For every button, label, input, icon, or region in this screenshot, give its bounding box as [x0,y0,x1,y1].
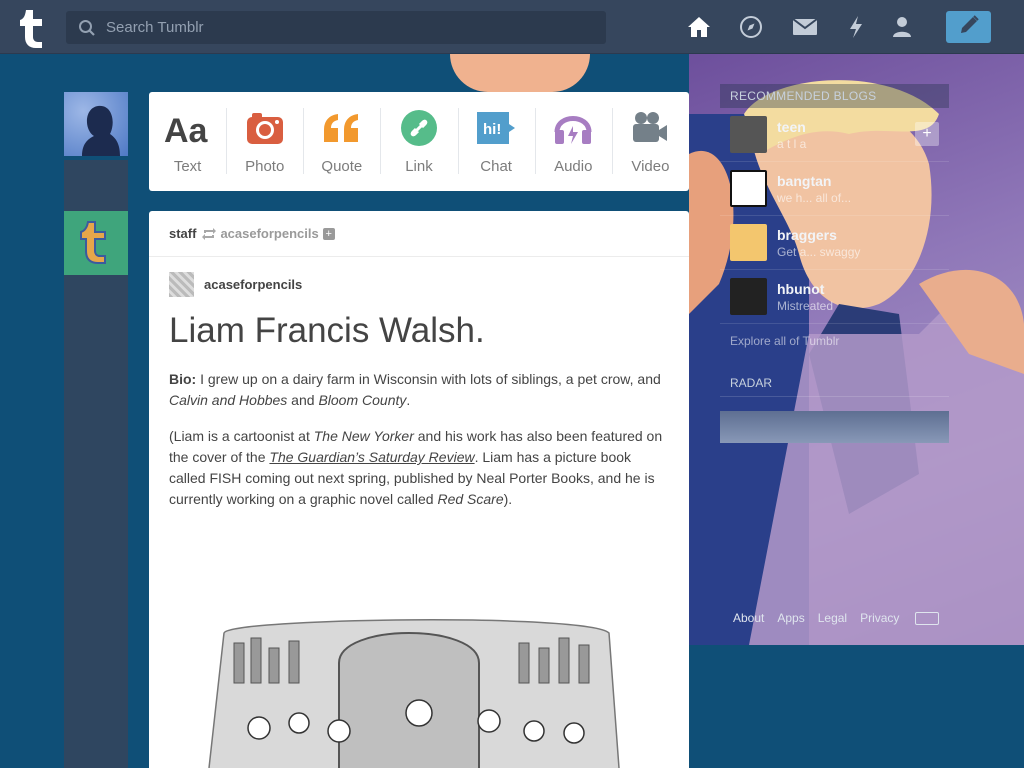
author-avatar[interactable] [169,272,194,297]
explore-compass-icon[interactable] [738,14,764,40]
post-header: staff acaseforpencils + [149,211,689,257]
radar-content[interactable] [720,411,949,443]
explore-link[interactable]: Explore all of Tumblr [720,324,949,358]
author-name[interactable]: acaseforpencils [204,277,302,292]
post-type-label: Quote [321,158,363,175]
recommended-blog-row[interactable]: teen a t l a + [720,108,949,162]
footer-legal-link[interactable]: Legal [818,611,847,625]
post-type-label: Video [631,158,670,175]
post-type-photo-button[interactable]: Photo [226,92,303,191]
background-artwork-hand [450,54,590,92]
mail-icon[interactable] [792,14,818,40]
post-type-audio-button[interactable]: Audio [534,92,612,191]
tumblr-logo-icon[interactable] [16,6,52,48]
headphones-icon [553,108,593,148]
user-avatar[interactable] [64,92,128,156]
search-input[interactable] [106,11,596,44]
post-type-text-button[interactable]: Aa Text [149,92,226,191]
blog-avatar[interactable] [730,170,767,207]
bio-paragraph: Bio: I grew up on a dairy farm in Wiscon… [169,371,661,408]
recommended-blogs-title: RECOMMENDED BLOGS [720,84,949,108]
top-navbar [0,0,1024,54]
pencil-icon [958,14,980,41]
link-icon [400,108,438,148]
post-type-label: Link [405,158,433,175]
account-person-icon[interactable] [889,14,915,40]
post-type-label: Chat [480,158,512,175]
guardian-link[interactable]: The Guardian’s Saturday Review [269,449,474,465]
blog-name[interactable]: teen [777,119,806,135]
blog-description: Get a... swaggy [777,244,861,259]
follow-plus-icon[interactable]: + [915,122,939,146]
post-type-selector: Aa Text Photo Quote Link hi! Chat Audio Video [149,92,689,191]
search-box[interactable] [66,11,606,44]
post-type-chat-button[interactable]: hi! Chat [457,92,535,191]
post-type-label: Photo [245,158,285,175]
home-icon[interactable] [686,14,712,40]
staff-avatar[interactable] [64,211,128,275]
recommended-blog-row[interactable]: hbunot Mistreated [720,270,949,324]
blog-description: we h... all of... [777,190,852,205]
dashboard-post: staff acaseforpencils + acaseforpencils … [149,211,689,768]
footer-privacy-link[interactable]: Privacy [860,611,899,625]
blog-avatar[interactable] [730,278,767,315]
text-aa-icon: Aa [164,108,212,148]
search-icon [78,19,96,37]
camera-icon [246,108,284,148]
svg-text:Aa: Aa [164,112,209,148]
activity-lightning-icon[interactable] [843,14,869,40]
blog-name[interactable]: bangtan [777,173,851,189]
video-camera-icon [631,108,669,148]
footer-apps-link[interactable]: Apps [777,611,804,625]
radar-title: RADAR [720,370,949,397]
reblog-icon [202,227,217,240]
post-body: Bio: I grew up on a dairy farm in Wiscon… [169,369,669,525]
blog-avatar[interactable] [730,116,767,153]
blog-name[interactable]: braggers [777,227,860,243]
chat-bubble-icon: hi! [475,108,517,148]
post-type-quote-button[interactable]: Quote [303,92,380,191]
post-type-label: Audio [554,158,593,175]
blog-description: Mistreated [777,298,834,313]
keyboard-shortcuts-icon[interactable] [915,612,939,625]
post-type-label: Text [173,158,202,175]
blog-name[interactable]: hbunot [777,281,833,297]
cartoon-image [189,603,629,768]
svg-text:hi!: hi! [483,121,501,138]
post-type-video-button[interactable]: Video [611,92,689,191]
blog-avatar[interactable] [730,224,767,261]
compose-button[interactable] [946,11,991,43]
quote-icon [322,108,362,148]
recommended-blog-row[interactable]: braggers Get a... swaggy [720,216,949,270]
post-type-link-button[interactable]: Link [380,92,457,191]
footer-about-link[interactable]: About [733,611,764,625]
info-paragraph: (Liam is a cartoonist at The New Yorker … [169,428,663,507]
post-title: Liam Francis Walsh. [169,311,485,350]
blog-description: a t l a [777,136,807,151]
follow-plus-icon[interactable]: + [322,227,335,240]
source-blog-name[interactable]: acaseforpencils [220,226,318,241]
right-sidebar: RECOMMENDED BLOGS teen a t l a + bangtan w… [720,84,949,443]
recommended-blog-row[interactable]: bangtan we h... all of... [720,162,949,216]
reblog-source: acaseforpencils [169,272,302,297]
footer-links: About Apps Legal Privacy [733,611,899,625]
reblogger-name[interactable]: staff [169,226,196,241]
